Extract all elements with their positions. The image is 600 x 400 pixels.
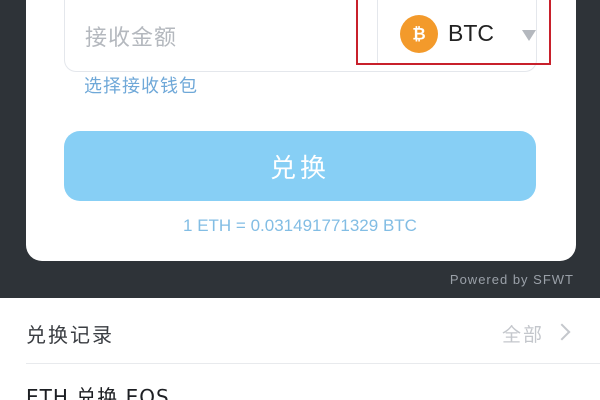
select-wallet-link[interactable]: 选择接收钱包	[84, 72, 198, 98]
powered-by-label: Powered by SFWT	[449, 272, 574, 287]
receive-amount-placeholder: 接收金额	[85, 26, 178, 51]
coin-selector[interactable]: ₿ BTC	[382, 0, 539, 64]
history-all-label: 全部	[501, 324, 544, 346]
bitcoin-icon: ₿	[400, 15, 438, 53]
chevron-right-icon	[553, 323, 571, 341]
history-title: 兑换记录	[26, 323, 114, 347]
exchange-button[interactable]: 兑换	[64, 131, 536, 201]
field-divider	[377, 0, 378, 64]
dropdown-arrow-icon	[522, 30, 536, 41]
receive-amount-field[interactable]: 接收金额 ₿ BTC	[64, 0, 537, 72]
svg-text:₿: ₿	[412, 25, 425, 44]
history-list-item[interactable]: ETH 兑换 EOS	[26, 381, 170, 400]
history-divider	[26, 363, 600, 364]
exchange-rate: 1 ETH = 0.031491771329 BTC	[183, 216, 417, 235]
selected-coin-label: BTC	[448, 20, 494, 46]
